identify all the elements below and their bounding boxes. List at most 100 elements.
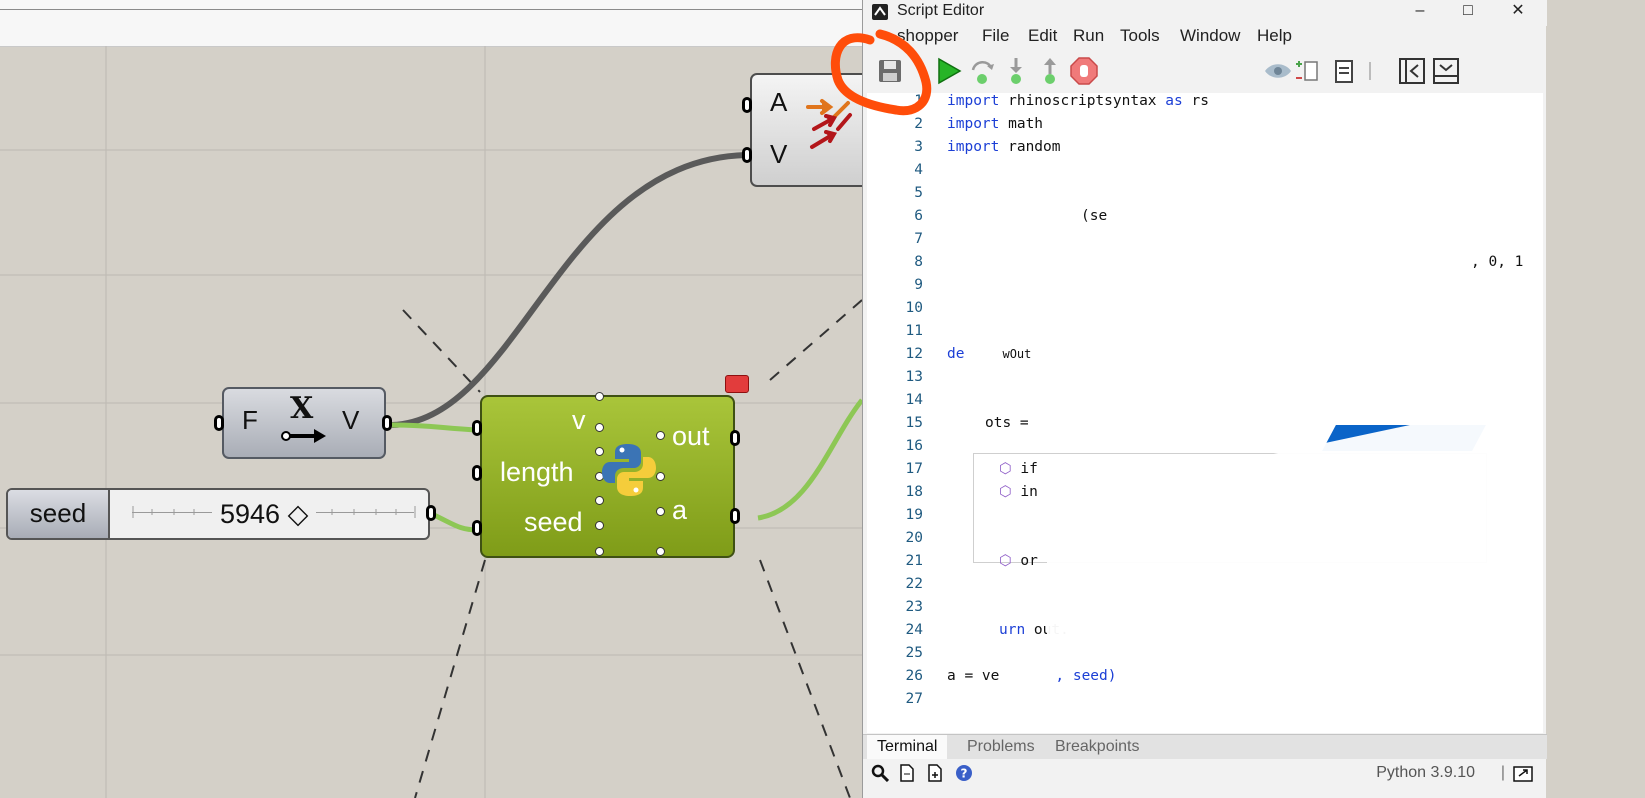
completion-label: or <box>1020 553 1038 569</box>
line-number: 21 <box>905 553 923 569</box>
input-v-label: V <box>770 139 788 169</box>
menu-help[interactable]: Help <box>1257 24 1292 48</box>
line-number: 11 <box>905 323 923 339</box>
search-icon[interactable] <box>871 764 889 782</box>
share-icon[interactable] <box>1513 764 1533 782</box>
wire-deconstruct-to-python <box>391 422 479 433</box>
help-icon[interactable]: ? <box>955 764 973 782</box>
title-bar[interactable]: Script Editor – □ ✕ <box>863 0 1547 26</box>
port-dot <box>595 521 604 530</box>
python-input-length-grip[interactable] <box>472 465 482 481</box>
line-number: 23 <box>905 599 923 615</box>
keyword: de <box>947 346 965 362</box>
completion-item-if[interactable]: ⬡ if <box>999 461 1038 477</box>
script-editor-window[interactable]: Script Editor – □ ✕ shopper File Edit Ru… <box>862 0 1547 798</box>
menu-edit[interactable]: Edit <box>1028 24 1057 48</box>
line-number: 18 <box>905 484 923 500</box>
deconstruct-input-grip[interactable] <box>214 415 224 431</box>
line-number: 7 <box>914 231 923 247</box>
step-into-icon[interactable] <box>1001 56 1031 86</box>
python-version: Python 3.9.10 <box>1376 764 1475 781</box>
clipboard-icon[interactable] <box>1329 56 1359 86</box>
keyword: import <box>947 116 1000 132</box>
completion-item-or[interactable]: ⬡ or <box>999 553 1038 569</box>
code-line-12: de wOut <box>947 346 1031 362</box>
tab-terminal[interactable]: Terminal <box>867 735 948 759</box>
cube-icon: ⬡ <box>999 484 1012 500</box>
python-input-v-grip[interactable] <box>472 420 482 436</box>
python-output-out-grip[interactable] <box>730 430 740 446</box>
tab-problems[interactable]: Problems <box>967 735 1035 759</box>
slider-value[interactable]: 5946 ◇ <box>212 497 317 531</box>
arrow-right-icon <box>281 429 326 443</box>
wire-deconstruct-to-display <box>391 152 747 428</box>
completion-label: in <box>1020 484 1038 500</box>
eye-icon[interactable] <box>1263 56 1293 86</box>
redaction-overlay <box>1047 395 1543 673</box>
vector-display-input-a-grip[interactable] <box>742 97 752 113</box>
warning-balloon[interactable] <box>725 375 749 393</box>
menu-run[interactable]: Run <box>1073 24 1104 48</box>
status-bar: ? Python 3.9.10 | <box>863 760 1547 786</box>
code-line-8: , 0, 1 <box>1471 254 1524 270</box>
code-line-6: (se <box>1081 208 1108 224</box>
menu-grasshopper[interactable]: shopper <box>897 24 958 48</box>
menu-file[interactable]: File <box>982 24 1009 48</box>
bottom-panel-tabs: Terminal Problems Breakpoints <box>863 734 1547 759</box>
port-dot <box>595 547 604 556</box>
line-number: 26 <box>905 668 923 684</box>
input-v-label: v <box>572 405 586 435</box>
line-number: 9 <box>914 277 923 293</box>
code-line-2: import math <box>947 116 1043 132</box>
code-line-26: a = ve , seed) <box>947 668 1117 684</box>
dock-panel-icon[interactable] <box>1431 56 1461 86</box>
line-number: 12 <box>905 346 923 362</box>
document-icon[interactable] <box>899 764 915 782</box>
ghpython-component[interactable]: v length seed out a <box>480 392 735 558</box>
outline-icon[interactable] <box>1293 56 1323 86</box>
code-text: random <box>999 139 1061 155</box>
stop-icon[interactable] <box>1069 56 1099 86</box>
seed-number-slider[interactable]: seed 5946 ◇ <box>6 488 430 540</box>
new-document-icon[interactable] <box>927 764 943 782</box>
menu-window[interactable]: Window <box>1180 24 1240 48</box>
line-number: 10 <box>905 300 923 316</box>
menu-bar: shopper File Edit Run Tools Window Help <box>863 24 1547 52</box>
step-out-icon[interactable] <box>1035 56 1065 86</box>
code-editor[interactable]: 1 2 3 4 5 6 7 8 9 10 11 12 13 14 15 16 1… <box>867 93 1543 733</box>
tab-breakpoints[interactable]: Breakpoints <box>1055 735 1140 759</box>
run-icon[interactable] <box>933 56 963 86</box>
maximize-button[interactable]: □ <box>1445 0 1491 24</box>
grasshopper-app-icon <box>872 4 888 20</box>
cube-icon: ⬡ <box>999 461 1012 477</box>
port-dot <box>656 507 665 516</box>
port-dot <box>595 392 604 401</box>
line-number: 22 <box>905 576 923 592</box>
slider-output-grip[interactable] <box>426 505 436 521</box>
python-output-a-grip[interactable] <box>730 508 740 524</box>
close-button[interactable]: ✕ <box>1495 0 1541 24</box>
python-logo-icon <box>602 444 656 496</box>
keyword: import <box>947 139 1000 155</box>
completion-item-in[interactable]: ⬡ in <box>999 484 1038 500</box>
keyword: import <box>947 93 1000 109</box>
vector-display-component[interactable]: A V <box>750 73 870 187</box>
minimize-button[interactable]: – <box>1397 0 1443 24</box>
deconstruct-output-grip[interactable] <box>382 415 392 431</box>
keyword: as <box>1165 93 1183 109</box>
save-icon[interactable] <box>875 56 905 86</box>
deconstruct-vector-component[interactable]: F X V <box>222 387 386 459</box>
python-input-seed-grip[interactable] <box>472 520 482 536</box>
vector-arrows-icon <box>806 99 852 149</box>
line-number: 8 <box>914 254 923 270</box>
keyword: urn <box>999 622 1026 638</box>
vector-display-input-v-grip[interactable] <box>742 147 752 163</box>
cube-icon: ⬡ <box>999 553 1012 569</box>
output-out-label: out <box>672 421 710 451</box>
line-number: 16 <box>905 438 923 454</box>
line-number: 20 <box>905 530 923 546</box>
collapse-left-icon[interactable] <box>1397 56 1427 86</box>
menu-tools[interactable]: Tools <box>1120 24 1160 48</box>
line-number: 24 <box>905 622 923 638</box>
step-over-icon[interactable] <box>967 56 997 86</box>
